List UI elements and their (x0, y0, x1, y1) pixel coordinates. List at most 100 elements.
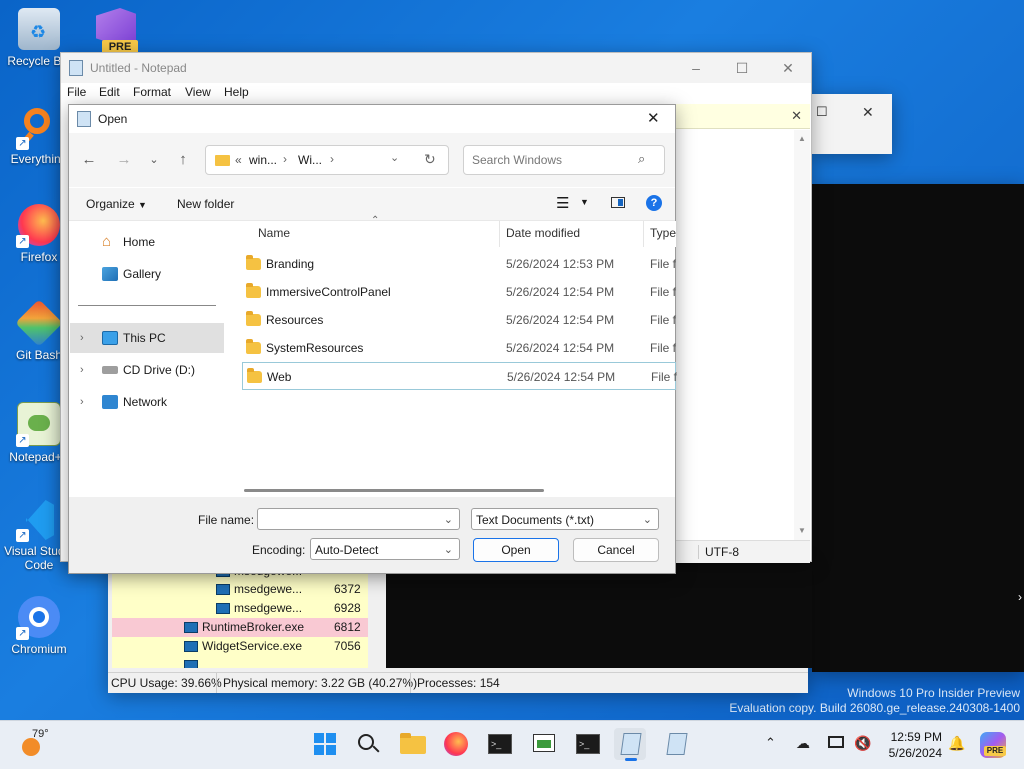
file-name-label: File name: (198, 513, 255, 527)
task-manager-taskbar-icon[interactable] (528, 728, 560, 760)
process-row[interactable]: msedgewe... 6928 (112, 599, 368, 618)
close-icon[interactable]: ✕ (862, 104, 874, 121)
firefox-taskbar-icon[interactable] (440, 728, 472, 760)
start-button[interactable] (309, 728, 341, 760)
folder-icon (246, 339, 261, 354)
background-window[interactable]: ☐ ✕ (812, 94, 892, 154)
new-folder-button[interactable]: New folder (177, 197, 234, 211)
column-type[interactable]: Type (650, 226, 676, 240)
nav-item-cd-drive[interactable]: › CD Drive (D:) (70, 355, 224, 385)
chevron-down-icon[interactable]: ⌄ (444, 509, 453, 531)
nav-item-network[interactable]: › Network (70, 387, 224, 417)
file-explorer-icon[interactable] (397, 728, 429, 760)
desktop-icon-chromium[interactable]: ↗ Chromium (2, 596, 76, 656)
recent-locations-chevron-icon[interactable]: ⌄ (143, 148, 165, 172)
nav-item-this-pc[interactable]: › This PC (70, 323, 224, 353)
cloud-icon[interactable]: ☁ (796, 735, 810, 752)
refresh-icon[interactable]: ↻ (424, 151, 436, 168)
breadcrumb-overflow[interactable]: « (235, 153, 242, 167)
horizontal-scrollbar-thumb[interactable] (244, 489, 544, 492)
nav-item-label: Network (123, 395, 168, 409)
file-name: Branding (266, 257, 315, 271)
file-type-select[interactable]: Text Documents (*.txt) ⌄ (471, 508, 659, 530)
view-dropdown-icon[interactable]: ▼ (580, 197, 589, 207)
weather-widget[interactable]: 79° (18, 728, 49, 758)
chevron-down-icon[interactable]: ⌄ (643, 509, 652, 531)
help-icon[interactable]: ? (646, 195, 662, 211)
open-button[interactable]: Open (473, 538, 559, 562)
search-icon[interactable] (352, 728, 384, 760)
expand-chevron-icon[interactable]: › (80, 355, 84, 385)
notepad-scrollbar[interactable]: ▲ ▼ (794, 130, 810, 540)
menu-file[interactable]: File (67, 85, 86, 99)
file-row-focused[interactable]: Web 5/26/2024 12:54 PM File folder (242, 362, 677, 390)
expand-chevron-icon[interactable]: › (80, 387, 84, 417)
volume-muted-icon[interactable]: 🔇 (854, 735, 871, 752)
column-name[interactable]: Name (258, 226, 290, 240)
copilot-icon[interactable]: PRE (980, 732, 1006, 758)
menu-edit[interactable]: Edit (99, 85, 120, 99)
dialog-close-icon[interactable]: ✕ (647, 109, 660, 127)
address-bar[interactable]: « win... › Wi... › ⌄ ↻ (205, 145, 449, 175)
scroll-down-icon[interactable]: ▼ (798, 526, 806, 535)
process-pid: 6812 (334, 620, 361, 634)
physical-memory: Physical memory: 3.22 GB (40.27%) (216, 673, 417, 693)
search-box[interactable]: Search Windows ⌕ (463, 145, 665, 175)
menu-format[interactable]: Format (133, 85, 171, 99)
organize-menu[interactable]: Organize ▼ (86, 197, 147, 211)
menu-help[interactable]: Help (224, 85, 249, 99)
file-name: Resources (266, 313, 324, 327)
dialog-title-bar[interactable]: Open ✕ (69, 105, 675, 133)
file-row[interactable]: SystemResources 5/26/2024 12:54 PM File … (242, 334, 676, 362)
search-icon[interactable]: ⌕ (638, 151, 645, 167)
breadcrumb-part[interactable]: Wi... (298, 153, 322, 167)
chevron-up-icon[interactable]: ⌃ (765, 735, 776, 751)
nav-item-home[interactable]: ⌂ Home (70, 227, 224, 257)
preview-pane-icon[interactable] (611, 197, 625, 208)
nav-item-gallery[interactable]: Gallery (70, 259, 224, 289)
maximize-button[interactable]: ☐ (719, 53, 765, 83)
maximize-icon[interactable]: ☐ (816, 104, 828, 120)
notepad-taskbar-icon-active[interactable] (614, 728, 646, 761)
file-name-input[interactable]: ⌄ (257, 508, 460, 530)
file-row[interactable]: Branding 5/26/2024 12:53 PM File folder (242, 250, 676, 278)
process-row[interactable]: WidgetService.exe 7056 (112, 637, 368, 656)
process-row[interactable]: RuntimeBroker.exe 6812 (112, 618, 368, 637)
notepad-title-bar[interactable]: Untitled - Notepad – ☐ ✕ (61, 53, 811, 83)
sun-icon (22, 738, 40, 756)
view-list-icon[interactable]: ☰ (556, 194, 569, 212)
close-button[interactable]: ✕ (765, 53, 811, 83)
menu-view[interactable]: View (185, 85, 211, 99)
encoding-label: Encoding: (252, 543, 306, 557)
process-row[interactable] (112, 656, 368, 668)
cancel-button[interactable]: Cancel (573, 538, 659, 562)
process-row[interactable]: msedgewe... 6372 (112, 580, 368, 599)
clock[interactable]: 12:59 PM 5/26/2024 (878, 729, 942, 761)
terminal-taskbar-icon[interactable]: >_ (484, 728, 516, 760)
file-row[interactable]: Resources 5/26/2024 12:54 PM File folder (242, 306, 676, 334)
process-icon (216, 584, 230, 595)
minimize-button[interactable]: – (673, 53, 719, 83)
process-name: msedgewe... (234, 601, 303, 615)
expand-chevron-icon[interactable]: › (80, 323, 84, 353)
back-arrow-icon[interactable]: ← (78, 148, 100, 172)
up-arrow-icon[interactable]: ↑ (172, 148, 194, 172)
notepad-taskbar-icon[interactable] (660, 728, 692, 760)
organize-label: Organize (86, 197, 135, 211)
chevron-down-icon[interactable]: ⌄ (444, 539, 453, 561)
forward-arrow-icon[interactable]: → (113, 148, 135, 172)
column-date-modified[interactable]: Date modified (506, 226, 580, 240)
file-row[interactable]: ImmersiveControlPanel 5/26/2024 12:54 PM… (242, 278, 676, 306)
notification-bar: ✕ (676, 104, 810, 129)
terminal-window[interactable] (812, 184, 1024, 672)
notification-bell-icon[interactable]: 🔔 (948, 735, 965, 752)
scroll-up-icon[interactable]: ▲ (798, 134, 806, 143)
visual-studio-pre-icon[interactable]: PRE (92, 6, 142, 56)
close-icon[interactable]: ✕ (791, 108, 802, 124)
address-dropdown-icon[interactable]: ⌄ (390, 151, 399, 164)
encoding-select[interactable]: Auto-Detect ⌄ (310, 538, 460, 560)
terminal-taskbar-icon-2[interactable]: >_ (572, 728, 604, 760)
dropdown-arrow-icon: ▼ (138, 200, 147, 210)
breadcrumb-part[interactable]: win... (249, 153, 277, 167)
display-icon[interactable] (828, 736, 844, 748)
